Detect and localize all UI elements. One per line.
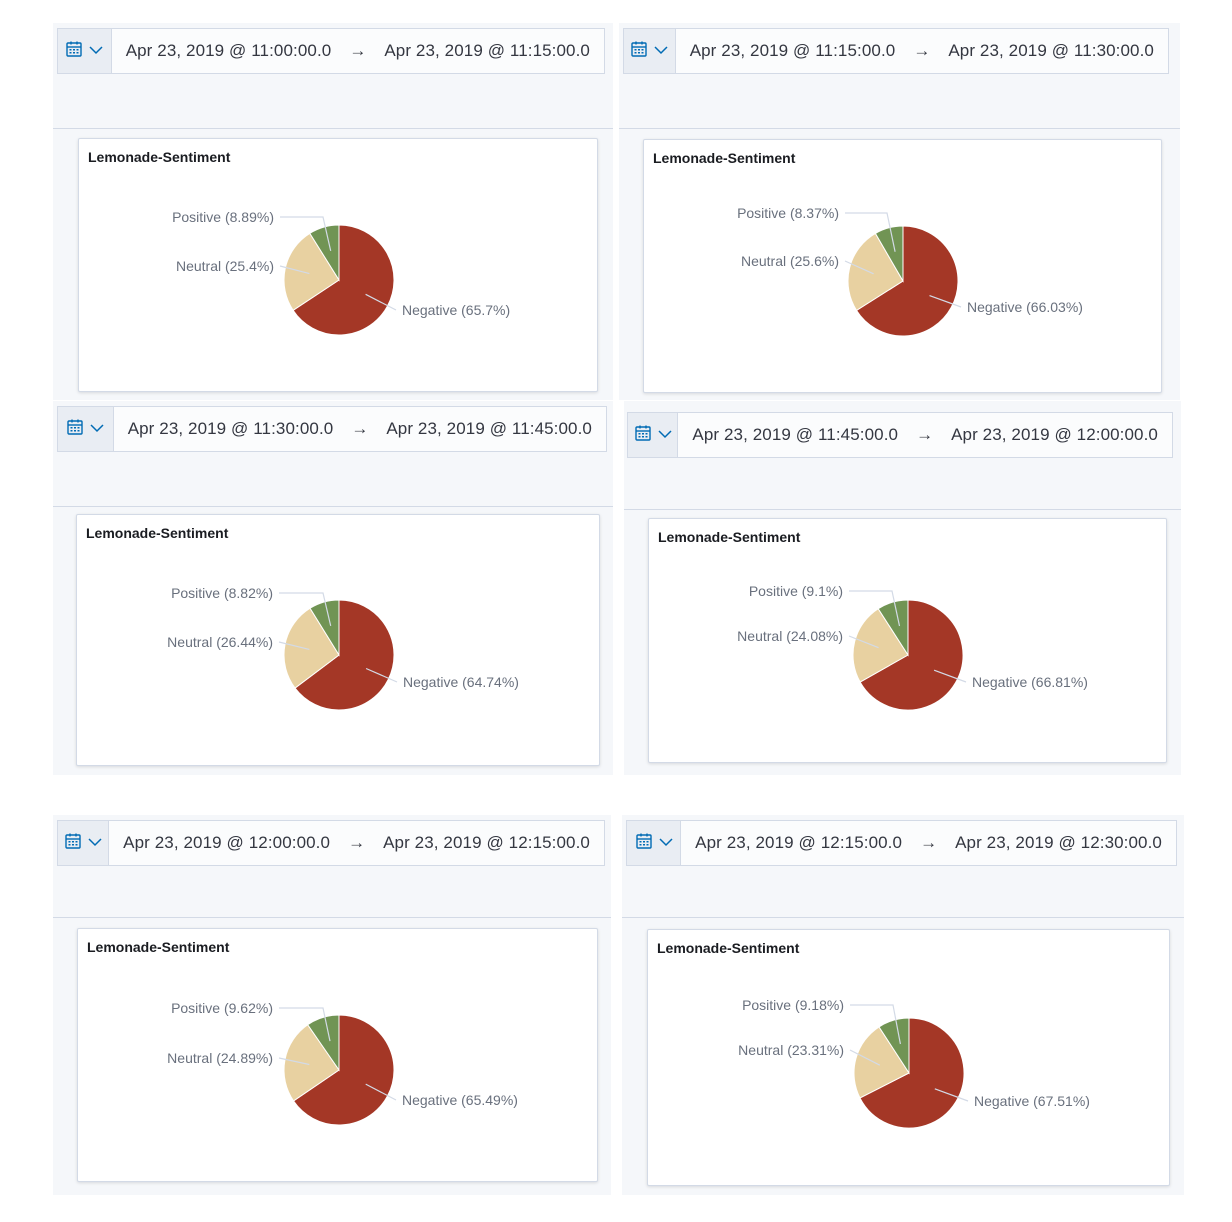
end-date[interactable]: Apr 23, 2019 @ 11:45:00.0 [386,419,592,439]
pie-chart: Negative (65.49%) Neutral (24.89%) Positiv… [167,1000,518,1126]
time-picker: Apr 23, 2019 @ 12:15:00.0 → Apr 23, 2019… [626,820,1177,866]
start-date[interactable]: Apr 23, 2019 @ 11:15:00.0 [690,41,896,61]
date-range: Apr 23, 2019 @ 11:00:00.0 → Apr 23, 2019… [111,29,604,73]
pie-label-neutral: Neutral (26.44%) [167,634,273,650]
chevron-down-icon [658,426,672,444]
time-picker: Apr 23, 2019 @ 11:15:00.0 → Apr 23, 2019… [623,28,1169,74]
pie-label-positive: Positive (9.1%) [749,583,843,599]
visualization-card: Lemonade-Sentiment Negative (65.49%) Neut… [77,928,598,1182]
visualization-card: Lemonade-Sentiment Negative (66.03%) Neut… [643,139,1162,393]
date-range: Apr 23, 2019 @ 11:45:00.0 → Apr 23, 2019… [678,413,1172,457]
start-date[interactable]: Apr 23, 2019 @ 12:00:00.0 [123,833,330,853]
arrow-right-icon: → [916,425,934,444]
arrow-right-icon: → [349,41,367,60]
end-date[interactable]: Apr 23, 2019 @ 11:30:00.0 [948,41,1154,61]
quick-menu-button[interactable] [58,29,112,73]
end-date[interactable]: Apr 23, 2019 @ 12:30:00.0 [955,833,1162,853]
arrow-right-icon: → [913,41,931,60]
visualization-card: Lemonade-Sentiment Negative (65.7%) Neutr… [78,138,598,392]
time-picker: Apr 23, 2019 @ 11:30:00.0 → Apr 23, 2019… [57,406,607,452]
divider [624,509,1181,510]
divider [619,128,1180,129]
visualization-card: Lemonade-Sentiment Negative (64.74%) Neut… [76,514,600,766]
quick-menu-button[interactable] [58,821,110,865]
arrow-right-icon: → [351,419,369,438]
date-range: Apr 23, 2019 @ 11:15:00.0 → Apr 23, 2019… [675,29,1168,73]
arrow-right-icon: → [348,833,366,852]
date-range: Apr 23, 2019 @ 12:00:00.0 → Apr 23, 2019… [109,821,604,865]
pie-label-negative: Negative (65.7%) [402,302,510,318]
end-date[interactable]: Apr 23, 2019 @ 11:15:00.0 [384,41,590,61]
pie-chart: Negative (66.03%) Neutral (25.6%) Positive… [737,205,1083,337]
pie-chart: Negative (66.81%) Neutral (24.08%) Positiv… [737,583,1088,711]
date-range: Apr 23, 2019 @ 12:15:00.0 → Apr 23, 2019… [681,821,1176,865]
divider [53,917,611,918]
calendar-icon [635,832,653,855]
visualization-card: Lemonade-Sentiment Negative (67.51%) Neut… [647,929,1170,1186]
pie-label-neutral: Neutral (24.08%) [737,628,843,644]
date-range: Apr 23, 2019 @ 11:30:00.0 → Apr 23, 2019… [113,407,606,451]
calendar-icon [634,424,652,447]
pie-label-neutral: Neutral (24.89%) [167,1050,273,1066]
start-date[interactable]: Apr 23, 2019 @ 11:00:00.0 [126,41,332,61]
end-date[interactable]: Apr 23, 2019 @ 12:15:00.0 [383,833,590,853]
chevron-down-icon [90,420,104,438]
quick-menu-button[interactable] [58,407,114,451]
divider [53,128,613,129]
start-date[interactable]: Apr 23, 2019 @ 11:45:00.0 [692,425,898,445]
end-date[interactable]: Apr 23, 2019 @ 12:00:00.0 [951,425,1158,445]
start-date[interactable]: Apr 23, 2019 @ 12:15:00.0 [695,833,902,853]
pie-chart: Negative (64.74%) Neutral (26.44%) Positiv… [167,585,519,711]
pie-label-negative: Negative (65.49%) [402,1092,518,1108]
chevron-down-icon [654,42,668,60]
calendar-icon [630,40,648,63]
quick-menu-button[interactable] [628,413,679,457]
time-picker: Apr 23, 2019 @ 11:45:00.0 → Apr 23, 2019… [627,412,1173,458]
dashboard-panel-2: Apr 23, 2019 @ 11:15:00.0 → Apr 23, 2019… [619,23,1180,400]
dashboard-panel-3: Apr 23, 2019 @ 11:30:00.0 → Apr 23, 2019… [53,401,613,775]
time-picker: Apr 23, 2019 @ 12:00:00.0 → Apr 23, 2019… [57,820,605,866]
chevron-down-icon [88,834,102,852]
arrow-right-icon: → [920,833,938,852]
visualization-card: Lemonade-Sentiment Negative (66.81%) Neut… [648,518,1167,763]
pie-label-negative: Negative (66.81%) [972,674,1088,690]
pie-label-positive: Positive (8.82%) [171,585,273,601]
pie-chart: Negative (67.51%) Neutral (23.31%) Positiv… [738,997,1090,1129]
pie-label-positive: Positive (9.18%) [742,997,844,1013]
calendar-icon [66,418,84,441]
dashboard-panel-4: Apr 23, 2019 @ 11:45:00.0 → Apr 23, 2019… [624,401,1181,775]
dashboard-panel-1: Apr 23, 2019 @ 11:00:00.0 → Apr 23, 2019… [53,23,613,400]
quick-menu-button[interactable] [624,29,676,73]
pie-label-positive: Positive (8.37%) [737,205,839,221]
quick-menu-button[interactable] [627,821,682,865]
divider [622,917,1184,918]
pie-label-neutral: Neutral (25.6%) [741,253,839,269]
time-picker: Apr 23, 2019 @ 11:00:00.0 → Apr 23, 2019… [57,28,605,74]
chevron-down-icon [89,42,103,60]
pie-label-positive: Positive (8.89%) [172,209,274,225]
pie-chart: Negative (65.7%) Neutral (25.4%) Positive … [172,209,510,336]
pie-label-neutral: Neutral (23.31%) [738,1042,844,1058]
pie-label-negative: Negative (67.51%) [974,1093,1090,1109]
chevron-down-icon [659,834,673,852]
pie-label-positive: Positive (9.62%) [171,1000,273,1016]
pie-label-negative: Negative (64.74%) [403,674,519,690]
dashboard-panel-5: Apr 23, 2019 @ 12:00:00.0 → Apr 23, 2019… [53,815,611,1195]
divider [53,506,613,507]
pie-label-negative: Negative (66.03%) [967,299,1083,315]
pie-label-neutral: Neutral (25.4%) [176,258,274,274]
start-date[interactable]: Apr 23, 2019 @ 11:30:00.0 [128,419,334,439]
calendar-icon [64,832,82,855]
dashboard-panel-6: Apr 23, 2019 @ 12:15:00.0 → Apr 23, 2019… [622,815,1184,1195]
calendar-icon [65,40,83,63]
